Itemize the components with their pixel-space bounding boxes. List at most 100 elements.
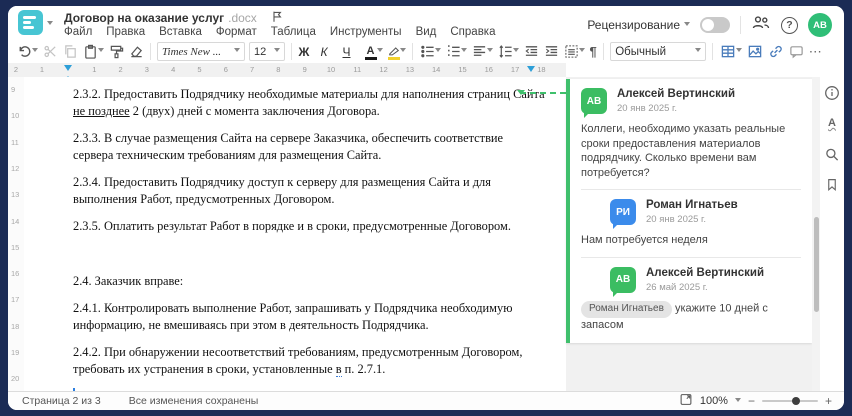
- increase-indent-icon: [545, 46, 557, 56]
- eraser-icon: [130, 46, 142, 58]
- document-page[interactable]: 2.3.2. Предоставить Подрядчику необходим…: [24, 77, 566, 402]
- ruler-number: 2: [13, 65, 19, 74]
- review-dropdown[interactable]: Рецензирование: [587, 18, 690, 32]
- comment-text: Роман Игнатьев укажите 10 дней с запасом: [581, 300, 801, 333]
- show-formatting-marks-button[interactable]: ¶: [587, 42, 599, 62]
- caret-down-icon: [234, 48, 240, 55]
- menu-item-6[interactable]: Вид: [416, 26, 437, 38]
- cut-button[interactable]: [40, 42, 60, 62]
- comment-text: Нам потребуется неделя: [581, 234, 708, 246]
- highlighter-icon: [388, 46, 399, 55]
- clear-style-button[interactable]: [126, 42, 146, 62]
- help-icon[interactable]: ?: [781, 16, 798, 34]
- undo-icon: [19, 46, 30, 57]
- line-spacing-button[interactable]: [495, 42, 521, 62]
- comment-author: Роман Игнатьев: [646, 199, 738, 211]
- zoom-out-button[interactable]: −: [748, 394, 755, 408]
- comment-text: Коллеги, необходимо указать реальные сро…: [581, 123, 786, 179]
- header-right-controls: Рецензирование ? АВ: [587, 13, 832, 37]
- more-tools-button[interactable]: ⋯: [806, 42, 825, 62]
- horizontal-ruler[interactable]: 2 1 1 2 3 4 5 6 7 8 9 10 11 12 13 14 15 16 17 18: [8, 63, 566, 81]
- menu-item-1[interactable]: Правка: [106, 26, 145, 38]
- paragraph-style-select[interactable]: Обычный: [610, 42, 707, 61]
- right-indent-marker[interactable]: [527, 66, 535, 76]
- bookmark-icon[interactable]: [826, 177, 839, 197]
- undo-button[interactable]: [14, 42, 40, 62]
- comment-thread-card[interactable]: АВ Алексей Вертинский 20 янв 2025 г. Кол…: [566, 79, 812, 343]
- zoom-in-button[interactable]: +: [825, 394, 832, 408]
- vertical-ruler[interactable]: 9 10 11 12 13 14 15 16 17 18 19 20: [8, 77, 24, 392]
- decrease-indent-button[interactable]: [521, 42, 541, 62]
- menu-item-7[interactable]: Справка: [450, 26, 495, 38]
- status-bar: Страница 2 из 3 Все изменения сохранены …: [8, 391, 844, 410]
- zoom-controls: 100% − +: [679, 393, 832, 409]
- ruler-number: 17: [510, 65, 520, 74]
- menu-item-5[interactable]: Инструменты: [330, 26, 402, 38]
- increase-indent-button[interactable]: [541, 42, 561, 62]
- numbered-list-button[interactable]: [443, 42, 469, 62]
- font-color-button[interactable]: А: [362, 42, 385, 62]
- users-icon[interactable]: [751, 14, 771, 36]
- document-text[interactable]: 2.3.2. Предоставить Подрядчику необходим…: [24, 77, 566, 402]
- scissors-icon: [43, 45, 56, 58]
- caret-down-icon: [578, 48, 585, 55]
- caret-down-icon: [735, 48, 742, 55]
- user-avatar[interactable]: АВ: [808, 13, 832, 37]
- divider: [581, 189, 801, 190]
- caret-down-icon: [434, 48, 441, 55]
- ruler-number: 7: [250, 65, 255, 74]
- ruler-number: 9: [11, 85, 16, 94]
- underline-button[interactable]: Ч: [340, 42, 362, 62]
- page-indicator[interactable]: Страница 2 из 3: [22, 395, 101, 407]
- highlight-color-button[interactable]: [385, 42, 408, 62]
- bold-button[interactable]: Ж: [296, 42, 318, 62]
- divider: [740, 16, 741, 34]
- menu-item-3[interactable]: Формат: [216, 26, 257, 38]
- review-toggle[interactable]: [700, 17, 730, 33]
- comment-avatar: АВ: [581, 88, 607, 118]
- align-button[interactable]: [469, 42, 495, 62]
- style-name-value: Обычный: [615, 45, 667, 58]
- app-logo-button[interactable]: [18, 10, 43, 35]
- zoom-level[interactable]: 100%: [700, 395, 728, 407]
- vertical-scrollbar[interactable]: [812, 77, 820, 392]
- ruler-number: 16: [484, 65, 493, 74]
- brush-icon: [110, 45, 123, 59]
- comment-date: 20 янв 2025 г.: [646, 214, 707, 225]
- format-painter-button[interactable]: [106, 42, 126, 62]
- zoom-slider[interactable]: [761, 396, 818, 405]
- insert-comment-button[interactable]: [786, 42, 806, 62]
- zoom-slider-handle[interactable]: [791, 396, 800, 405]
- info-icon[interactable]: [824, 85, 840, 106]
- borders-icon: [564, 45, 578, 58]
- font-name-select[interactable]: Times New ...: [157, 42, 245, 61]
- menu-item-0[interactable]: Файл: [64, 26, 92, 38]
- bullet-list-button[interactable]: [417, 42, 443, 62]
- insert-image-button[interactable]: [744, 42, 765, 62]
- paste-button[interactable]: [80, 42, 106, 62]
- caret-down-icon[interactable]: [734, 397, 741, 405]
- mention-pill[interactable]: Роман Игнатьев: [581, 300, 672, 318]
- scrollbar-thumb[interactable]: [813, 217, 819, 312]
- italic-button[interactable]: К: [318, 42, 340, 62]
- flag-icon[interactable]: [271, 10, 283, 26]
- link-icon: [769, 45, 782, 58]
- ruler-number: 19: [11, 348, 20, 357]
- paragraph-borders-button[interactable]: [561, 42, 587, 62]
- logo-caret-icon[interactable]: [47, 21, 53, 28]
- search-icon[interactable]: [825, 147, 840, 167]
- menu-item-2[interactable]: Вставка: [159, 26, 202, 38]
- insert-link-button[interactable]: [765, 42, 786, 62]
- font-size-select[interactable]: 12: [249, 42, 285, 61]
- comments-panel: АВ Алексей Вертинский 20 янв 2025 г. Кол…: [566, 77, 812, 392]
- copy-button[interactable]: [60, 42, 80, 62]
- menu-item-4[interactable]: Таблица: [271, 26, 316, 38]
- insert-table-button[interactable]: [717, 42, 744, 62]
- fit-width-icon[interactable]: [679, 393, 693, 409]
- spellcheck-icon[interactable]: А: [828, 117, 836, 129]
- paste-icon: [84, 44, 96, 59]
- caret-down-icon: [97, 48, 104, 55]
- caret-down-icon: [486, 48, 493, 55]
- ruler-number: 11: [11, 137, 19, 147]
- ruler-number: 15: [11, 242, 20, 252]
